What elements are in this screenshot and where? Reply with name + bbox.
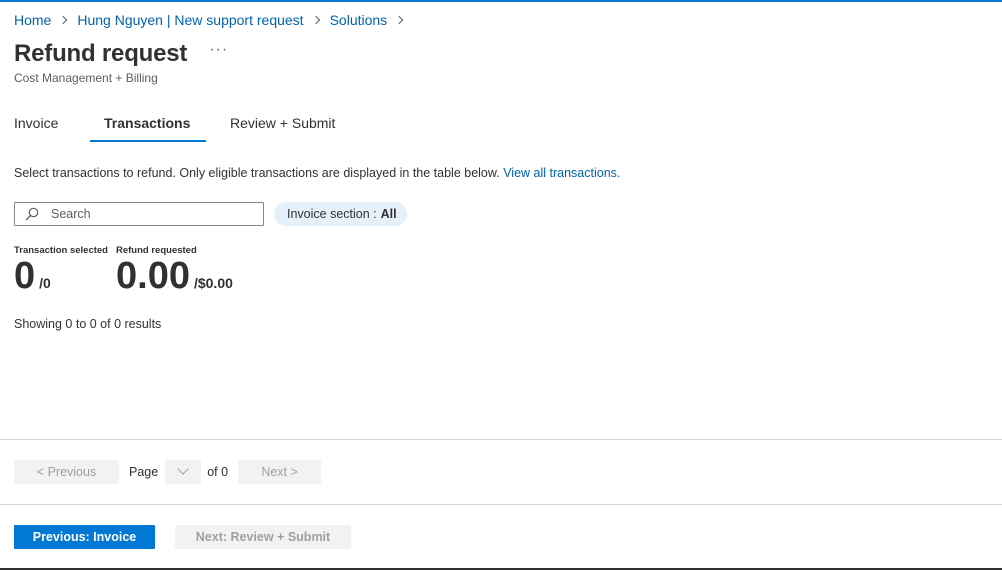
- stat-total: /$0.00: [193, 275, 233, 291]
- divider: [0, 504, 1002, 505]
- breadcrumb-solutions[interactable]: Solutions: [330, 12, 388, 28]
- stat-total: /0: [39, 275, 51, 291]
- tab-bar: Invoice Transactions Review + Submit: [14, 112, 350, 142]
- pagination: < Previous Page of 0 Next >: [14, 460, 322, 484]
- page-count: of 0: [207, 465, 229, 479]
- filter-value: All: [380, 207, 397, 221]
- stat-value: 0: [14, 255, 36, 297]
- tab-transactions[interactable]: Transactions: [90, 112, 230, 142]
- tab-label: Transactions: [104, 115, 191, 131]
- more-icon[interactable]: ···: [209, 41, 228, 59]
- breadcrumb-home[interactable]: Home: [14, 12, 51, 28]
- chevron-down-icon: [177, 463, 189, 475]
- instructions-body: Select transactions to refund. Only elig…: [14, 166, 504, 180]
- search-box[interactable]: [14, 202, 264, 226]
- previous-page-button[interactable]: < Previous: [14, 460, 119, 484]
- page-label: Page: [129, 465, 159, 479]
- search-icon: [25, 207, 39, 221]
- divider: [0, 439, 1002, 440]
- chevron-right-icon: [311, 15, 320, 25]
- page-title: Refund request: [14, 40, 188, 67]
- filter-label: Invoice section :: [287, 207, 377, 221]
- transactions-selected-stat: Transaction selected 0/0: [14, 245, 108, 296]
- tab-invoice[interactable]: Invoice: [14, 112, 104, 142]
- tab-label: Review + Submit: [230, 115, 336, 131]
- next-page-button[interactable]: Next >: [238, 460, 322, 484]
- previous-invoice-button[interactable]: Previous: Invoice: [14, 525, 155, 549]
- invoice-section-filter[interactable]: Invoice section : All: [274, 202, 407, 226]
- results-count: Showing 0 to 0 of 0 results: [14, 317, 162, 331]
- breadcrumb-support-request[interactable]: Hung Nguyen | New support request: [77, 12, 303, 28]
- chevron-right-icon: [394, 15, 404, 25]
- page-select[interactable]: [165, 460, 202, 484]
- tab-review-submit[interactable]: Review + Submit: [230, 112, 350, 142]
- search-input[interactable]: [51, 207, 251, 221]
- stat-value: 0.00: [116, 255, 190, 297]
- breadcrumb: Home Hung Nguyen | New support request S…: [14, 12, 413, 28]
- top-accent-bar: [0, 0, 1002, 2]
- page-subtitle: Cost Management + Billing: [14, 71, 158, 85]
- instructions-text: Select transactions to refund. Only elig…: [14, 166, 620, 180]
- title-row: Refund request ···: [14, 40, 228, 68]
- refund-requested-stat: Refund requested 0.00/$0.00: [116, 245, 233, 296]
- tab-label: Invoice: [14, 115, 59, 131]
- next-review-submit-button[interactable]: Next: Review + Submit: [175, 525, 351, 549]
- chevron-right-icon: [59, 15, 68, 25]
- view-all-transactions-link[interactable]: View all transactions.: [503, 166, 620, 180]
